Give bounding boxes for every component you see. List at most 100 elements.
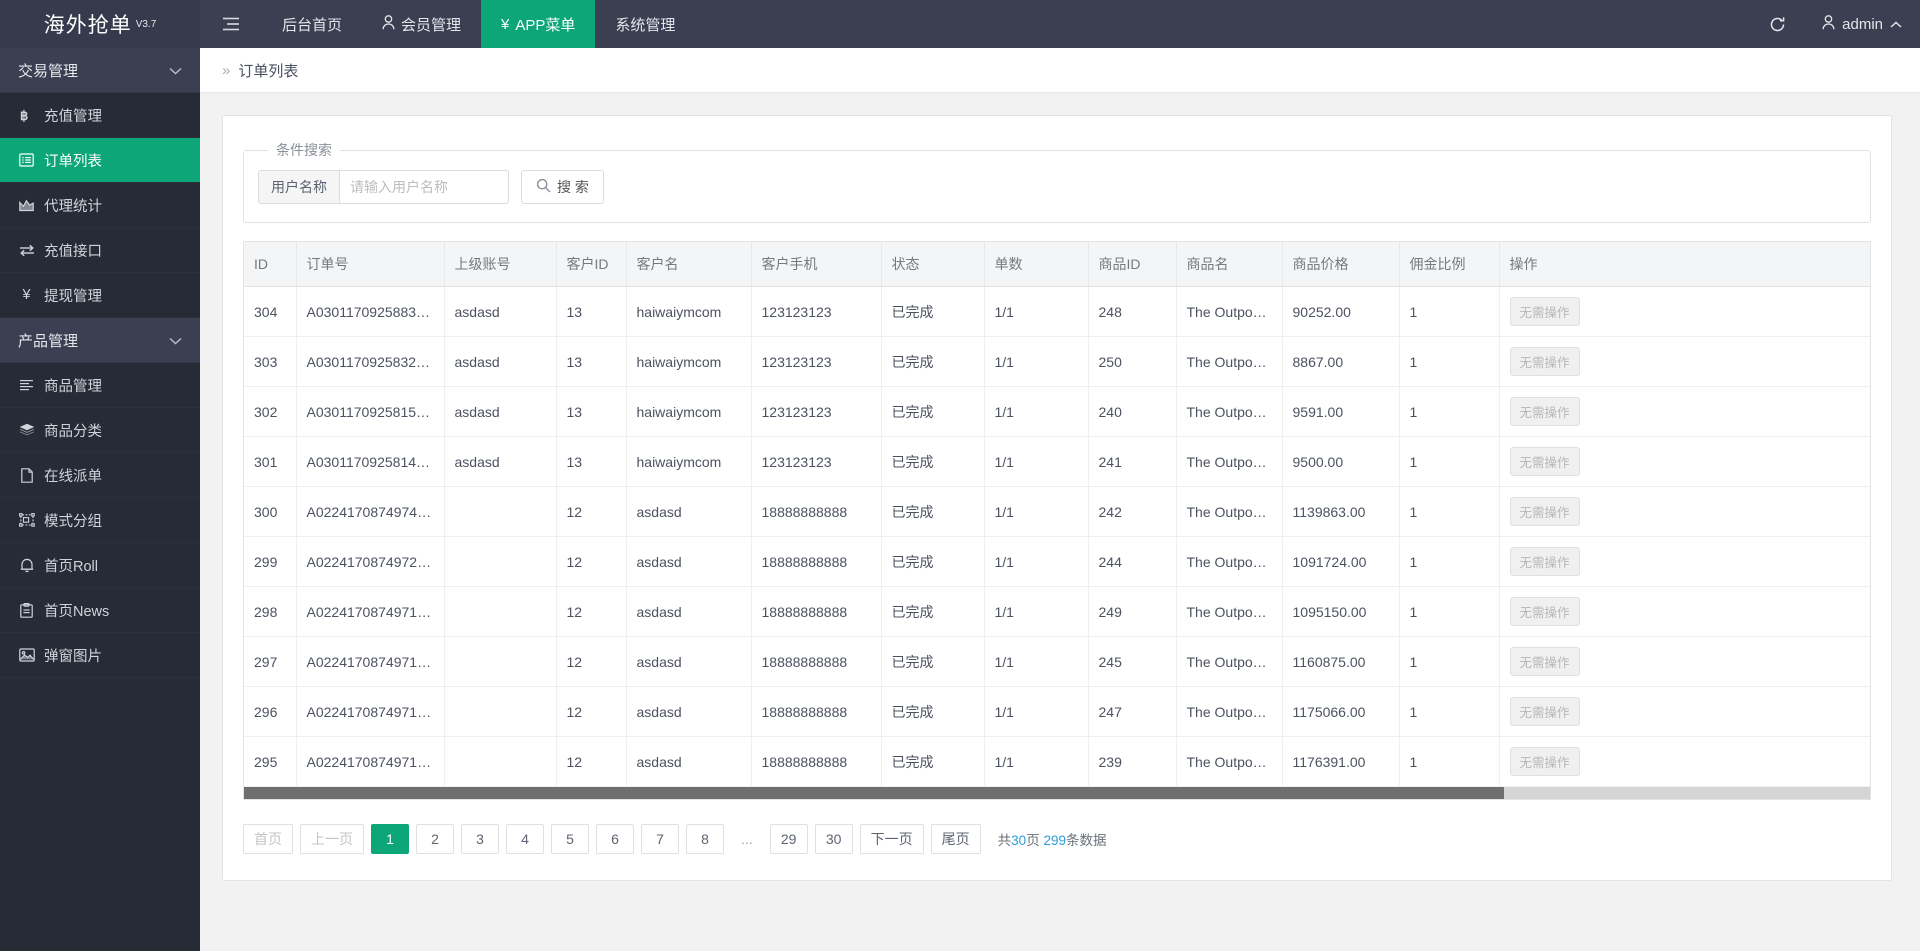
nav-item-label: 系统管理 <box>615 14 675 35</box>
sidebar-item-recharge-management[interactable]: ฿ 充值管理 <box>0 93 200 138</box>
pagination-page-5[interactable]: 5 <box>551 824 589 854</box>
pagination-page-4[interactable]: 4 <box>506 824 544 854</box>
nav-item-members[interactable]: 会员管理 <box>362 0 481 48</box>
cell-status: 已完成 <box>881 437 984 487</box>
cell-customer-name: asdasd <box>626 487 751 537</box>
no-action-button: 无需操作 <box>1510 597 1580 626</box>
column-header-id[interactable]: ID <box>244 242 296 287</box>
bitcoin-icon: ฿ <box>18 108 35 123</box>
nav-item-system[interactable]: 系统管理 <box>595 0 695 48</box>
table-row[interactable]: 298A0224170874971978712asdasd18888888888… <box>244 587 1870 637</box>
cell-goods-id: 244 <box>1088 537 1176 587</box>
cell-operation: 无需操作 <box>1499 437 1870 487</box>
sidebar-item-goods-category[interactable]: 商品分类 <box>0 408 200 453</box>
chevron-up-icon <box>1890 16 1902 33</box>
no-action-button: 无需操作 <box>1510 297 1580 326</box>
column-header-goods-id[interactable]: 商品ID <box>1088 242 1176 287</box>
sidebar-item-recharge-interface[interactable]: 充值接口 <box>0 228 200 273</box>
table-row[interactable]: 295A0224170874971665312asdasd18888888888… <box>244 737 1870 787</box>
pagination-next[interactable]: 下一页 <box>860 824 924 854</box>
column-header-goods-name[interactable]: 商品名 <box>1176 242 1282 287</box>
sidebar-group-label: 交易管理 <box>18 60 78 81</box>
pagination-page-6[interactable]: 6 <box>596 824 634 854</box>
brand-version: V3.7 <box>136 19 157 30</box>
table-row[interactable]: 297A0224170874971830512asdasd18888888888… <box>244 637 1870 687</box>
cell-id: 296 <box>244 687 296 737</box>
refresh-icon[interactable] <box>1751 0 1804 48</box>
no-action-button: 无需操作 <box>1510 497 1580 526</box>
search-button[interactable]: 搜 索 <box>521 170 604 204</box>
no-action-button: 无需操作 <box>1510 347 1580 376</box>
cell-operation: 无需操作 <box>1499 487 1870 537</box>
nav-item-app-menu[interactable]: ¥ APP菜单 <box>481 0 595 48</box>
pagination-last[interactable]: 尾页 <box>931 824 981 854</box>
cell-goods-name: The Outpost ... <box>1176 537 1282 587</box>
sidebar-item-withdraw-management[interactable]: ¥ 提现管理 <box>0 273 200 318</box>
column-header-order-no[interactable]: 订单号 <box>296 242 444 287</box>
sidebar-item-mode-group[interactable]: 模式分组 <box>0 498 200 543</box>
cell-commission-rate: 1 <box>1399 687 1499 737</box>
cell-goods-id: 241 <box>1088 437 1176 487</box>
sidebar-item-home-news[interactable]: 首页News <box>0 588 200 633</box>
cell-order-no: A02241708749718305 <box>296 637 444 687</box>
pagination-page-7[interactable]: 7 <box>641 824 679 854</box>
column-header-parent-account[interactable]: 上级账号 <box>444 242 556 287</box>
cell-order-no: A02241708749749663 <box>296 487 444 537</box>
cell-status: 已完成 <box>881 387 984 437</box>
search-input[interactable] <box>339 170 509 204</box>
svg-text:฿: ฿ <box>20 108 28 123</box>
column-header-customer-name[interactable]: 客户名 <box>626 242 751 287</box>
cell-count: 1/1 <box>984 587 1088 637</box>
table-row[interactable]: 303A03011709258322713asdasd13haiwaiymcom… <box>244 337 1870 387</box>
column-header-customer-id[interactable]: 客户ID <box>556 242 626 287</box>
sidebar-item-goods-management[interactable]: 商品管理 <box>0 363 200 408</box>
column-header-operation[interactable]: 操作 <box>1499 242 1870 287</box>
sidebar-group-trade[interactable]: 交易管理 <box>0 48 200 93</box>
table-row[interactable]: 301A03011709258140297asdasd13haiwaiymcom… <box>244 437 1870 487</box>
username-label: 用户名称 <box>258 170 339 204</box>
table-row[interactable]: 299A0224170874972139812asdasd18888888888… <box>244 537 1870 587</box>
pagination-page-2[interactable]: 2 <box>416 824 454 854</box>
table-row[interactable]: 304A03011709258836615asdasd13haiwaiymcom… <box>244 287 1870 337</box>
cell-goods-id: 247 <box>1088 687 1176 737</box>
sidebar-item-online-dispatch[interactable]: 在线派单 <box>0 453 200 498</box>
column-header-goods-price[interactable]: 商品价格 <box>1282 242 1399 287</box>
user-menu[interactable]: admin <box>1804 0 1920 48</box>
table-row[interactable]: 302A03011709258154228asdasd13haiwaiymcom… <box>244 387 1870 437</box>
cell-order-no: A02241708749716653 <box>296 737 444 787</box>
column-header-status[interactable]: 状态 <box>881 242 984 287</box>
column-header-customer-phone[interactable]: 客户手机 <box>751 242 881 287</box>
pagination-page-30[interactable]: 30 <box>815 824 853 854</box>
cell-goods-price: 9500.00 <box>1282 437 1399 487</box>
cell-customer-name: haiwaiymcom <box>626 387 751 437</box>
cell-goods-id: 242 <box>1088 487 1176 537</box>
scrollbar-thumb[interactable] <box>244 787 1504 799</box>
sidebar-group-product[interactable]: 产品管理 <box>0 318 200 363</box>
sidebar-item-home-roll[interactable]: 首页Roll <box>0 543 200 588</box>
sidebar-item-agent-statistics[interactable]: 代理统计 <box>0 183 200 228</box>
column-header-count[interactable]: 单数 <box>984 242 1088 287</box>
no-action-button: 无需操作 <box>1510 447 1580 476</box>
cell-customer-id: 13 <box>556 437 626 487</box>
bell-icon <box>18 558 35 573</box>
cell-operation: 无需操作 <box>1499 287 1870 337</box>
cell-order-no: A03011709258154228 <box>296 387 444 437</box>
nav-item-dashboard[interactable]: 后台首页 <box>262 0 362 48</box>
cell-parent-account <box>444 737 556 787</box>
table-horizontal-scrollbar[interactable] <box>243 787 1871 800</box>
column-header-commission-rate[interactable]: 佣金比例 <box>1399 242 1499 287</box>
pagination-page-29[interactable]: 29 <box>770 824 808 854</box>
table-row[interactable]: 300A0224170874974966312asdasd18888888888… <box>244 487 1870 537</box>
nav-item-label: 会员管理 <box>401 14 461 35</box>
sidebar-item-popup-image[interactable]: 弹窗图片 <box>0 633 200 678</box>
hamburger-icon[interactable] <box>200 0 262 48</box>
sidebar-item-order-list[interactable]: 订单列表 <box>0 138 200 183</box>
table-row[interactable]: 296A0224170874971733912asdasd18888888888… <box>244 687 1870 737</box>
pagination-page-3[interactable]: 3 <box>461 824 499 854</box>
brand-logo[interactable]: 海外抢单 V3.7 <box>0 0 200 48</box>
clipboard-icon <box>18 603 35 618</box>
cell-count: 1/1 <box>984 337 1088 387</box>
pagination-page-8[interactable]: 8 <box>686 824 724 854</box>
cell-id: 302 <box>244 387 296 437</box>
cell-goods-name: The Outpost ... <box>1176 687 1282 737</box>
